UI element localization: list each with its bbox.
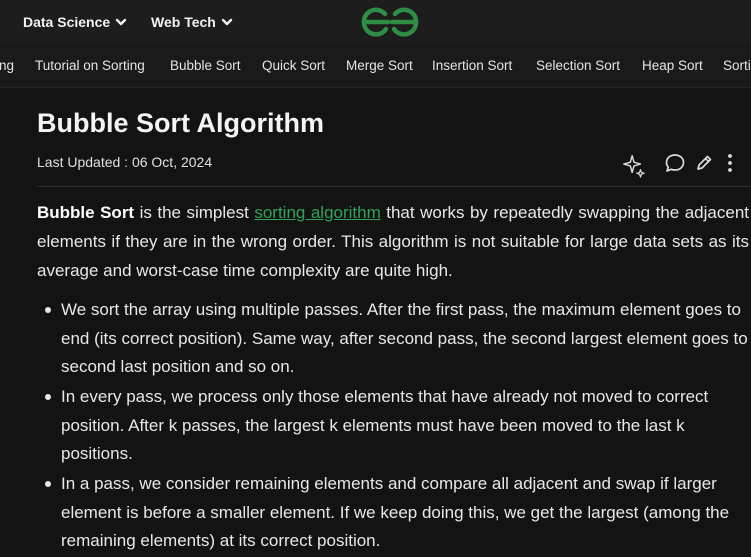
comment-icon — [665, 154, 685, 172]
sparkle-icon — [623, 155, 645, 178]
topic-tab-strip: ng Tutorial on Sorting Bubble Sort Quick… — [0, 44, 751, 88]
explanation-list: We sort the array using multiple passes.… — [37, 296, 749, 557]
bullet-icon — [45, 481, 51, 487]
pencil-icon — [697, 155, 712, 170]
comment-button[interactable] — [663, 148, 687, 178]
nav-menu-label: Data Science — [23, 14, 111, 30]
bullet-icon — [45, 307, 51, 313]
chevron-down-icon — [221, 18, 233, 26]
last-updated-date: Last Updated : 06 Oct, 2024 — [37, 154, 213, 170]
intro-paragraph: Bubble Sort is the simplest sorting algo… — [37, 198, 749, 285]
tab-insertion-sort[interactable]: Insertion Sort — [432, 44, 512, 87]
tab-quick-sort[interactable]: Quick Sort — [262, 44, 325, 87]
nav-menu-web-tech[interactable]: Web Tech — [151, 0, 234, 44]
header-divider — [37, 186, 751, 187]
more-options-button[interactable] — [718, 148, 742, 178]
edit-button[interactable] — [692, 148, 716, 178]
list-item-text: We sort the array using multiple passes.… — [61, 300, 748, 376]
list-item: In every pass, we process only those ele… — [37, 383, 749, 469]
list-item-text: In a pass, we consider remaining element… — [61, 474, 730, 550]
bullet-icon — [45, 394, 51, 400]
gfg-logo-icon[interactable] — [358, 6, 422, 38]
bold-term: Bubble Sort — [37, 203, 135, 222]
kebab-menu-icon — [728, 154, 732, 172]
tab-selection-sort[interactable]: Selection Sort — [536, 44, 620, 87]
tab-sorting-next-partial[interactable]: Sorti — [723, 44, 751, 87]
tab-merge-sort[interactable]: Merge Sort — [346, 44, 413, 87]
chevron-down-icon — [115, 18, 127, 26]
ai-sparkle-button[interactable] — [622, 150, 646, 180]
tab-tutorial-on-sorting[interactable]: Tutorial on Sorting — [35, 44, 145, 87]
intro-text-part: is the simplest — [134, 203, 255, 222]
top-navigation-bar: Data Science Web Tech — [0, 0, 751, 44]
list-item: We sort the array using multiple passes.… — [37, 296, 749, 382]
tab-sorting-partial[interactable]: ng — [0, 44, 14, 87]
tab-bubble-sort[interactable]: Bubble Sort — [170, 44, 241, 87]
nav-menu-label: Web Tech — [151, 14, 216, 30]
page-title: Bubble Sort Algorithm — [37, 108, 324, 138]
tab-heap-sort[interactable]: Heap Sort — [642, 44, 703, 87]
article-actions — [622, 148, 751, 182]
nav-menu-data-science[interactable]: Data Science — [23, 0, 128, 44]
list-item: In a pass, we consider remaining element… — [37, 470, 749, 556]
list-item-text: In every pass, we process only those ele… — [61, 387, 709, 463]
sorting-algorithm-link[interactable]: sorting algorithm — [254, 203, 380, 222]
